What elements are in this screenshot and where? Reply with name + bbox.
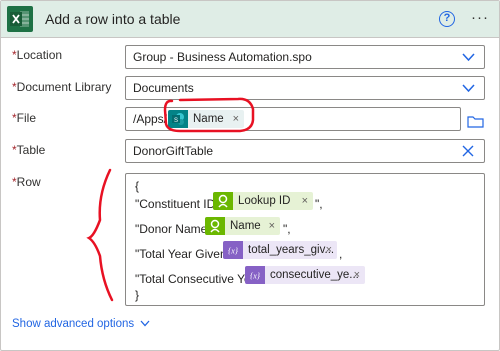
folder-icon[interactable] xyxy=(467,115,484,128)
more-options-icon[interactable]: ··· xyxy=(471,9,489,26)
row-json-editor[interactable]: { "Constituent ID": " Lookup ID × ", "Do… xyxy=(125,173,485,306)
forms-icon xyxy=(213,192,233,210)
lookup-id-token[interactable]: Lookup ID × xyxy=(213,192,313,210)
file-path-prefix: /Apps/ xyxy=(133,112,168,126)
chevron-down-icon[interactable] xyxy=(462,83,475,93)
json-suffix: , xyxy=(339,247,343,261)
action-header[interactable]: Add a row into a table ? ··· xyxy=(1,1,499,38)
table-label: *Table xyxy=(12,143,46,157)
show-advanced-options-link[interactable]: Show advanced options xyxy=(12,318,150,330)
row-label: *Row xyxy=(12,175,41,189)
close-brace: } xyxy=(135,288,140,302)
chevron-down-icon xyxy=(140,321,150,327)
chevron-down-icon[interactable] xyxy=(462,52,475,62)
remove-token-icon[interactable]: × xyxy=(269,217,275,235)
json-suffix: ", xyxy=(315,197,323,211)
json-suffix: ", xyxy=(283,222,291,236)
forms-icon xyxy=(205,217,225,235)
table-value: DonorGiftTable xyxy=(133,144,214,158)
donor-name-token[interactable]: Name × xyxy=(205,217,280,235)
remove-token-icon[interactable]: × xyxy=(354,266,360,284)
svg-text:S: S xyxy=(174,118,178,124)
file-label: *File xyxy=(12,111,37,125)
file-input[interactable]: /Apps/ S Name × xyxy=(125,107,461,131)
remove-token-icon[interactable]: × xyxy=(302,192,308,210)
file-name-token[interactable]: S Name × xyxy=(168,110,244,128)
document-library-label: *Document Library xyxy=(12,80,112,94)
document-library-value: Documents xyxy=(133,81,194,95)
clear-icon[interactable] xyxy=(462,145,474,157)
token-label: total_years_giv... xyxy=(248,244,335,256)
expression-icon: {x} xyxy=(223,241,243,259)
action-card: Add a row into a table ? ··· *Location G… xyxy=(0,0,500,351)
token-label: Name xyxy=(230,220,261,232)
svg-text:{x}: {x} xyxy=(228,247,239,256)
token-label: consecutive_ye... xyxy=(270,269,359,281)
consecutive-years-token[interactable]: {x} consecutive_ye... × xyxy=(245,266,365,284)
remove-token-icon[interactable]: × xyxy=(326,241,332,259)
help-icon[interactable]: ? xyxy=(439,11,455,27)
location-dropdown[interactable]: Group - Business Automation.spo xyxy=(125,45,485,69)
token-label: Name xyxy=(193,113,224,125)
svg-text:{x}: {x} xyxy=(250,272,261,281)
json-line-total-year-given: "Total Year Given": xyxy=(135,247,235,261)
document-library-dropdown[interactable]: Documents xyxy=(125,76,485,100)
open-brace: { xyxy=(135,179,140,193)
total-years-given-token[interactable]: {x} total_years_giv... × xyxy=(223,241,337,259)
sharepoint-icon: S xyxy=(168,110,188,128)
location-value: Group - Business Automation.spo xyxy=(133,50,312,64)
excel-icon xyxy=(7,6,33,32)
action-title: Add a row into a table xyxy=(45,11,181,27)
expression-icon: {x} xyxy=(245,266,265,284)
remove-token-icon[interactable]: × xyxy=(233,110,239,128)
location-label: *Location xyxy=(12,48,63,62)
token-label: Lookup ID xyxy=(238,195,291,207)
table-input[interactable]: DonorGiftTable xyxy=(125,139,485,163)
